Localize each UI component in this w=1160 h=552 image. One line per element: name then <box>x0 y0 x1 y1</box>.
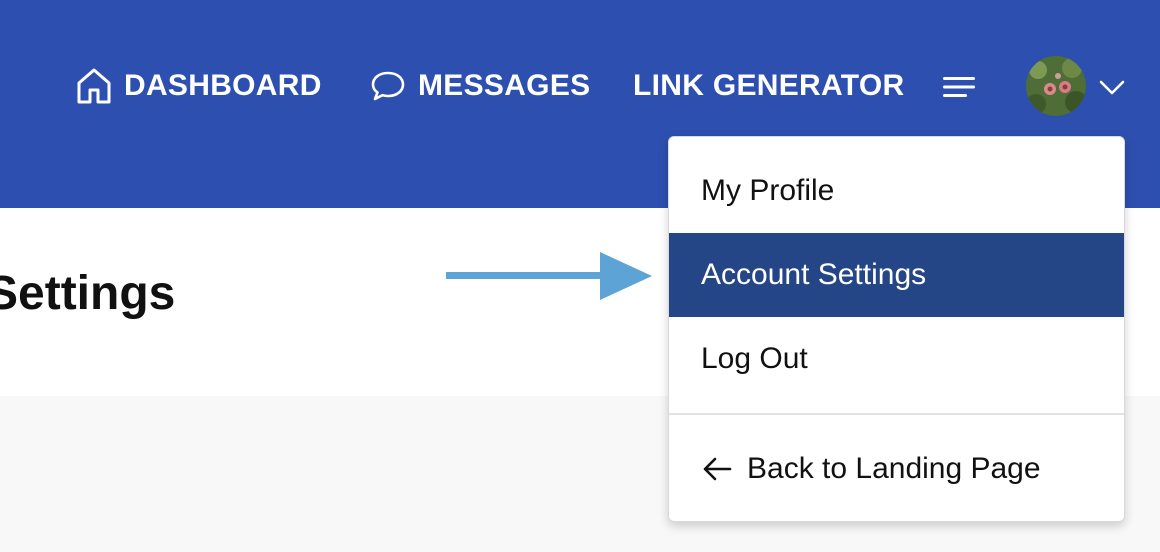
nav-messages[interactable]: MESSAGES <box>370 56 590 116</box>
menu-item-label: Account Settings <box>701 258 927 291</box>
nav-dashboard[interactable]: DASHBOARD <box>76 56 322 116</box>
menu-item-label: Back to Landing Page <box>747 452 1041 485</box>
arrow-left-icon <box>703 457 732 481</box>
menu-item-label: Log Out <box>701 342 808 375</box>
home-icon <box>77 68 111 104</box>
chat-bubble-icon <box>371 71 405 101</box>
user-dropdown-menu: My Profile Account Settings Log Out Back… <box>668 136 1125 522</box>
page-title: Settings <box>0 267 176 320</box>
menu-item-back-to-landing[interactable]: Back to Landing Page <box>669 427 1124 511</box>
menu-item-log-out[interactable]: Log Out <box>669 317 1124 401</box>
menu-item-label: My Profile <box>701 174 835 207</box>
user-avatar[interactable] <box>1026 56 1086 116</box>
nav-dashboard-label: DASHBOARD <box>124 69 322 102</box>
menu-item-account-settings[interactable]: Account Settings <box>669 233 1124 317</box>
nav-link-generator[interactable]: LINK GENERATOR <box>633 56 904 116</box>
chevron-down-icon[interactable] <box>1098 76 1126 98</box>
avatar-photo <box>1026 56 1086 116</box>
menu-divider <box>669 413 1124 415</box>
nav-messages-label: MESSAGES <box>418 69 591 102</box>
nav-link-generator-label: LINK GENERATOR <box>633 69 905 102</box>
hamburger-icon[interactable] <box>943 77 977 97</box>
annotation-arrow-icon <box>446 252 652 300</box>
menu-item-my-profile[interactable]: My Profile <box>669 149 1124 233</box>
